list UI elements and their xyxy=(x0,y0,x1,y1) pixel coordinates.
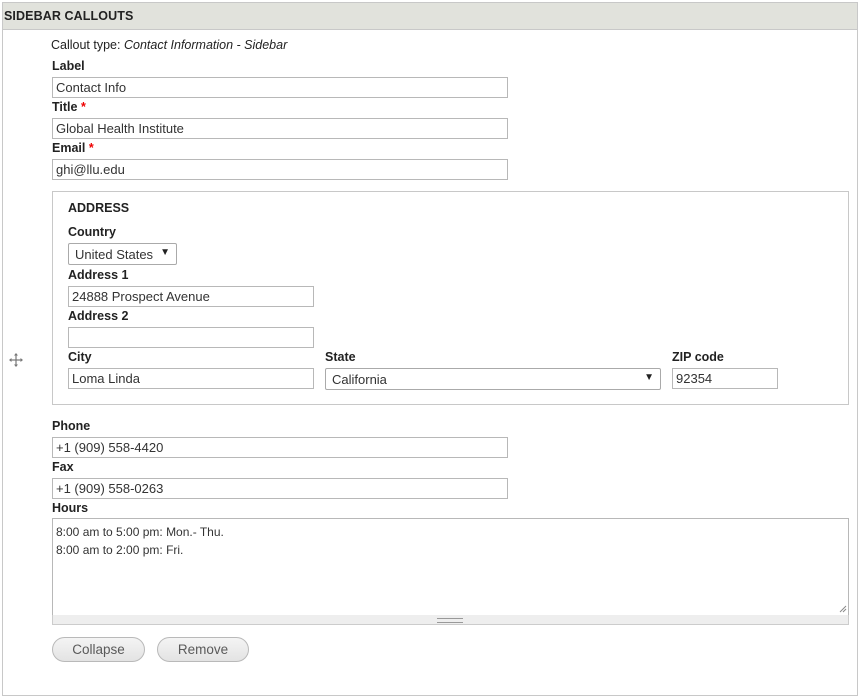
hours-textarea[interactable]: 8:00 am to 5:00 pm: Mon.- Thu. 8:00 am t… xyxy=(52,518,849,616)
remove-button[interactable]: Remove xyxy=(157,637,249,662)
city-input[interactable] xyxy=(68,368,314,389)
panel-header[interactable]: SIDEBAR CALLOUTS xyxy=(3,3,857,30)
fax-input[interactable] xyxy=(52,478,508,499)
phone-label: Phone xyxy=(52,419,91,433)
chevron-down-icon: ▼ xyxy=(644,372,654,383)
zip-input[interactable] xyxy=(672,368,778,389)
move-cross-icon[interactable] xyxy=(9,353,23,367)
callout-type-value: Contact Information - Sidebar xyxy=(123,38,288,52)
address-legend: ADDRESS xyxy=(68,201,130,215)
label-field-label: Label xyxy=(52,59,85,73)
title-field-label: Title * xyxy=(52,100,86,114)
state-select-value: California xyxy=(332,371,387,387)
country-select-value: United States xyxy=(75,246,154,262)
collapse-button[interactable]: Collapse xyxy=(52,637,145,662)
panel-title: SIDEBAR CALLOUTS xyxy=(4,9,134,23)
address2-label: Address 2 xyxy=(68,309,129,323)
state-label: State xyxy=(325,350,356,364)
city-label: City xyxy=(68,350,92,364)
callout-type-label: Callout type: xyxy=(51,38,121,52)
chevron-down-icon: ▼ xyxy=(160,247,170,258)
required-marker: * xyxy=(88,141,94,155)
phone-input[interactable] xyxy=(52,437,508,458)
required-marker: * xyxy=(80,100,86,114)
zip-label: ZIP code xyxy=(672,350,724,364)
email-field-label: Email * xyxy=(52,141,94,155)
email-input[interactable] xyxy=(52,159,508,180)
country-select[interactable]: United States ▼ xyxy=(68,243,177,265)
country-label: Country xyxy=(68,225,116,239)
address1-input[interactable] xyxy=(68,286,314,307)
callout-type: Callout type: Contact Information - Side… xyxy=(51,38,287,52)
resize-corner-icon[interactable] xyxy=(838,604,847,613)
hours-label: Hours xyxy=(52,501,89,515)
title-input[interactable] xyxy=(52,118,508,139)
label-input[interactable] xyxy=(52,77,508,98)
resize-grip-icon[interactable] xyxy=(52,615,849,625)
state-select[interactable]: California ▼ xyxy=(325,368,661,390)
address2-input[interactable] xyxy=(68,327,314,348)
address1-label: Address 1 xyxy=(68,268,129,282)
fax-label: Fax xyxy=(52,460,74,474)
